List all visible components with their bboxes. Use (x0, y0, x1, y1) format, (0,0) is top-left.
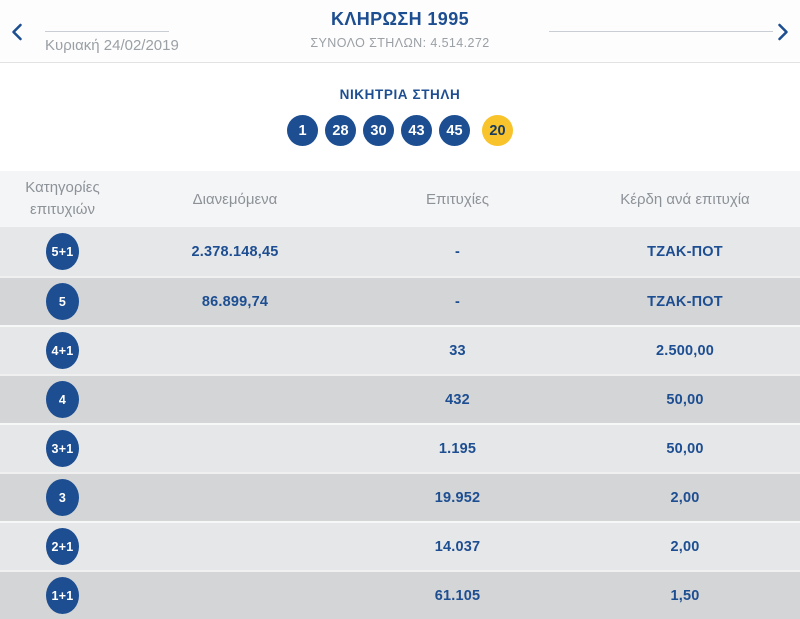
next-draw-button[interactable] (771, 20, 795, 44)
draw-date: Κυριακή 24/02/2019 (45, 37, 179, 54)
category-badge: 2+1 (46, 528, 79, 565)
prize-cell: 50,00 (666, 391, 704, 408)
wins-cell: 432 (445, 391, 470, 408)
winning-number-ball: 30 (363, 115, 394, 146)
chevron-left-icon (11, 23, 23, 41)
category-badge: 3 (46, 479, 79, 516)
chevron-right-icon (777, 23, 789, 41)
category-cell: 4+1 (0, 332, 125, 369)
header-divider-left (45, 31, 169, 32)
prize-cell: ΤΖΑΚ-ΠΟΤ (647, 243, 723, 260)
wins-cell: 61.105 (434, 587, 481, 604)
draw-header: Κυριακή 24/02/2019 ΚΛΗΡΩΣΗ 1995 ΣΥΝΟΛΟ Σ… (0, 0, 800, 63)
results-table: Κατηγορίες επιτυχιών Διανεμόμενα Επιτυχί… (0, 171, 800, 619)
prize-cell: 50,00 (666, 440, 704, 457)
winning-number-ball: 1 (287, 115, 318, 146)
winning-number-ball: 28 (325, 115, 356, 146)
prize-cell: 1,50 (670, 587, 700, 604)
draw-title: ΚΛΗΡΩΣΗ 1995 (330, 9, 470, 29)
prize-cell: 2.500,00 (655, 342, 715, 359)
joker-number-ball: 20 (482, 115, 513, 146)
previous-draw-button[interactable] (5, 20, 29, 44)
category-badge: 4 (46, 381, 79, 418)
winning-column-section: ΝΙΚΗΤΡΙΑ ΣΤΗΛΗ 1 28 30 43 45 20 (0, 63, 800, 171)
category-badge: 5 (46, 283, 79, 320)
winning-numbers: 1 28 30 43 45 20 (0, 115, 800, 146)
prize-cell: ΤΖΑΚ-ΠΟΤ (647, 293, 723, 310)
distributed-cell: 86.899,74 (201, 293, 269, 310)
table-row: 2+1 14.037 2,00 (0, 521, 800, 570)
lottery-results-page: Κυριακή 24/02/2019 ΚΛΗΡΩΣΗ 1995 ΣΥΝΟΛΟ Σ… (0, 0, 800, 619)
header-prize-per-win: Κέρδη ανά επιτυχία (620, 190, 750, 208)
winning-column-label: ΝΙΚΗΤΡΙΑ ΣΤΗΛΗ (339, 87, 461, 102)
wins-cell: 33 (449, 342, 466, 359)
results-table-header: Κατηγορίες επιτυχιών Διανεμόμενα Επιτυχί… (0, 171, 800, 227)
winning-number-ball: 43 (401, 115, 432, 146)
distributed-cell: 2.378.148,45 (191, 243, 279, 260)
category-cell: 5 (0, 283, 125, 320)
results-table-body: 5+1 2.378.148,45 - ΤΖΑΚ-ΠΟΤ 5 86.899,74 - ΤΖΑΚ-… (0, 227, 800, 619)
category-cell: 3+1 (0, 430, 125, 467)
category-cell: 1+1 (0, 577, 125, 614)
table-row: 4 432 50,00 (0, 374, 800, 423)
draw-title-block: ΚΛΗΡΩΣΗ 1995 ΣΥΝΟΛΟ ΣΤΗΛΩΝ: 4.514.272 (310, 9, 489, 50)
category-cell: 4 (0, 381, 125, 418)
header-category: Κατηγορίες επιτυχιών (25, 179, 100, 218)
category-cell: 2+1 (0, 528, 125, 565)
wins-cell: - (454, 293, 461, 310)
header-wins: Επιτυχίες (426, 190, 489, 208)
prize-cell: 2,00 (670, 489, 700, 506)
table-row: 4+1 33 2.500,00 (0, 325, 800, 374)
table-row: 5 86.899,74 - ΤΖΑΚ-ΠΟΤ (0, 276, 800, 325)
category-badge: 1+1 (46, 577, 79, 614)
header-distributed: Διανεμόμενα (192, 190, 278, 208)
table-row: 3+1 1.195 50,00 (0, 423, 800, 472)
category-badge: 4+1 (46, 332, 79, 369)
category-badge: 5+1 (46, 233, 79, 270)
table-row: 5+1 2.378.148,45 - ΤΖΑΚ-ΠΟΤ (0, 227, 800, 276)
category-cell: 3 (0, 479, 125, 516)
table-row: 1+1 61.105 1,50 (0, 570, 800, 619)
wins-cell: 19.952 (434, 489, 481, 506)
prize-cell: 2,00 (670, 538, 700, 555)
winning-number-ball: 45 (439, 115, 470, 146)
header-divider-right (549, 31, 773, 32)
category-badge: 3+1 (46, 430, 79, 467)
wins-cell: - (454, 243, 461, 260)
total-columns-label: ΣΥΝΟΛΟ ΣΤΗΛΩΝ: 4.514.272 (310, 36, 490, 50)
category-cell: 5+1 (0, 233, 125, 270)
wins-cell: 1.195 (438, 440, 477, 457)
wins-cell: 14.037 (434, 538, 481, 555)
table-row: 3 19.952 2,00 (0, 472, 800, 521)
